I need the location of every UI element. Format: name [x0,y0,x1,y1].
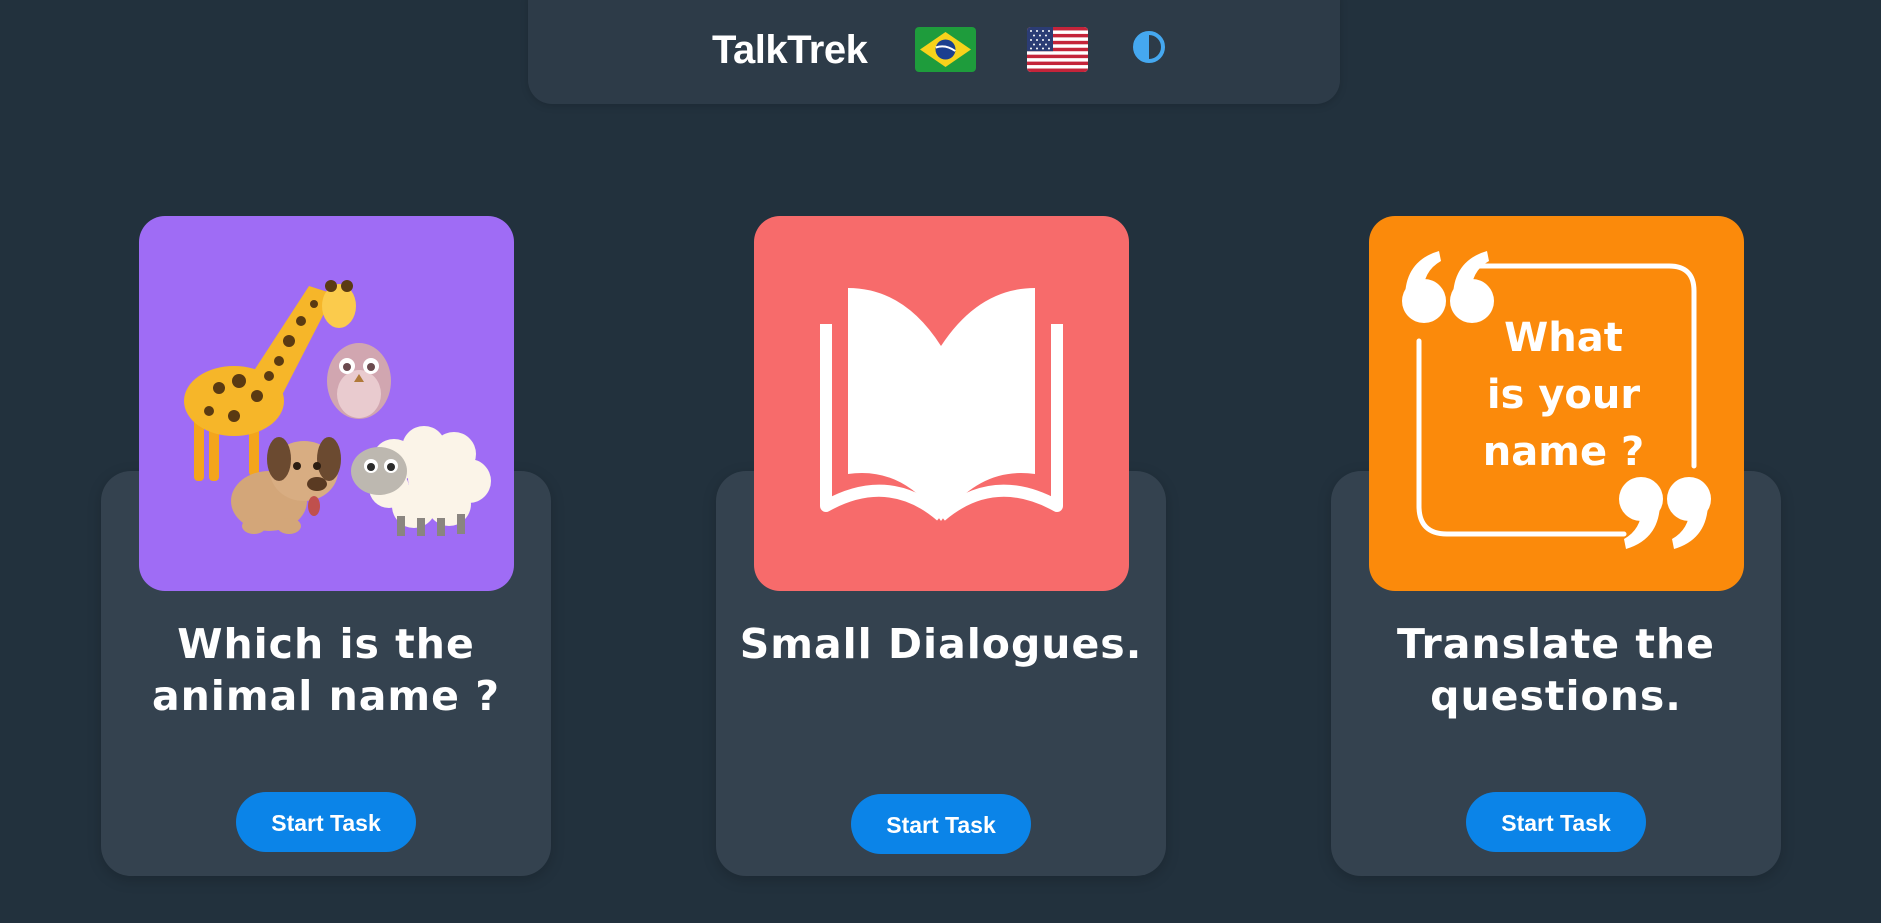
quote-line: is your [1486,372,1641,418]
usa-flag-icon[interactable] [1027,27,1088,72]
brazil-flag-icon[interactable] [915,27,976,72]
owl-icon [327,343,391,419]
card-title-translate: Translate the questions. [1397,620,1715,720]
dog-icon [231,437,341,534]
animals-illustration [139,216,514,591]
quote-line: What [1504,315,1623,361]
quote-line: name ? [1482,429,1645,475]
start-task-button[interactable]: Start Task [1466,792,1646,852]
card-title-dialogues: Small Dialogues. [739,620,1143,668]
open-book-icon [754,216,1129,591]
start-task-button[interactable]: Start Task [236,792,416,852]
contrast-icon[interactable] [1133,31,1165,63]
quote-image-text: What is your name ? [1369,310,1744,481]
sheep-icon [351,426,491,536]
start-task-button[interactable]: Start Task [851,794,1031,854]
app-brand[interactable]: TalkTrek [712,28,868,73]
card-title-animals: Which is the animal name ? [151,620,501,720]
